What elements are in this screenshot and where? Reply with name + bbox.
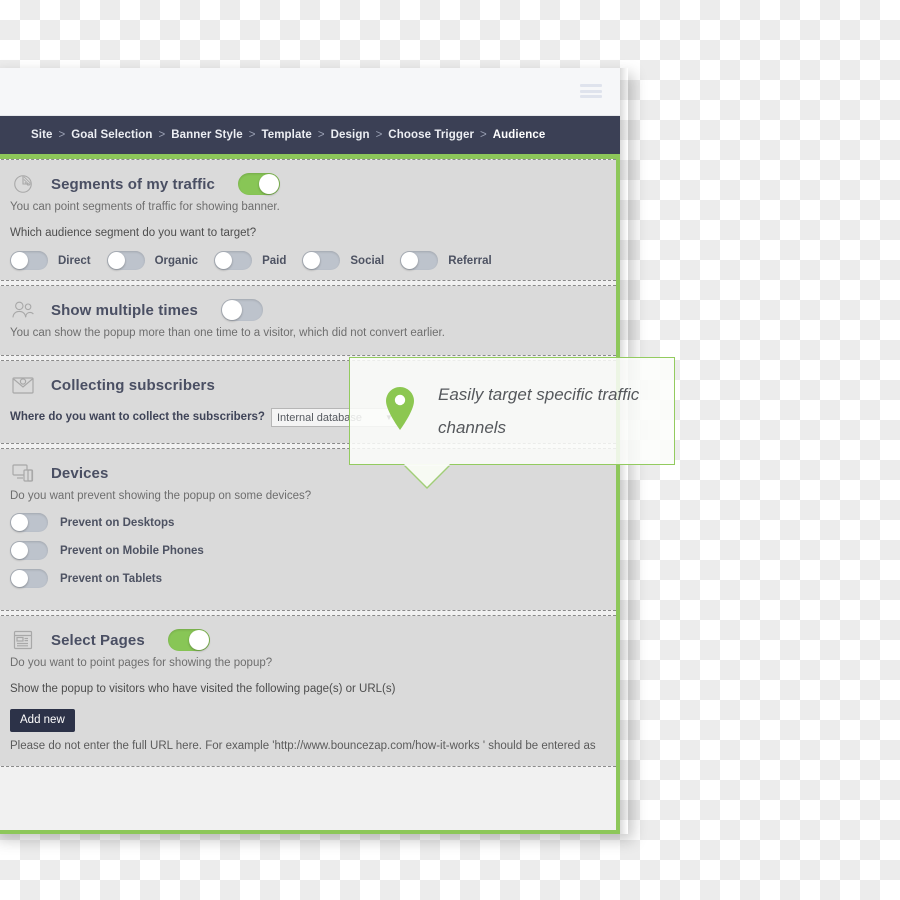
breadcrumb-separator: > — [375, 129, 383, 141]
breadcrumb-separator: > — [317, 129, 325, 141]
device-label-desktops: Prevent on Desktops — [60, 516, 175, 529]
multiple-times-header: Show multiple times — [10, 296, 602, 324]
breadcrumb-item-audience[interactable]: Audience — [493, 129, 546, 141]
tooltip-tail — [404, 464, 450, 487]
segment-option-referral[interactable]: Referral — [400, 251, 492, 270]
breadcrumb-item-banner-style[interactable]: Banner Style — [171, 129, 243, 141]
map-pin-icon — [384, 386, 416, 437]
device-option-mobile-phones[interactable]: Prevent on Mobile Phones — [10, 541, 602, 560]
segment-toggle-paid[interactable] — [214, 251, 253, 270]
segment-option-social[interactable]: Social — [302, 251, 384, 270]
segment-option-paid[interactable]: Paid — [214, 251, 286, 270]
tooltip-inner: Easily target specific traffic channels — [350, 358, 674, 464]
segment-toggle-direct[interactable] — [10, 251, 48, 270]
select-pages-note: Please do not enter the full URL here. F… — [10, 740, 596, 752]
segment-label-referral: Referral — [448, 254, 492, 267]
device-option-desktops[interactable]: Prevent on Desktops — [10, 513, 602, 532]
segments-question: Which audience segment do you want to ta… — [10, 227, 257, 239]
breadcrumb-item-template[interactable]: Template — [261, 129, 311, 141]
select-pages-header: Select Pages — [10, 626, 602, 654]
breadcrumb-item-choose-trigger[interactable]: Choose Trigger — [388, 129, 474, 141]
multiple-times-description: You can show the popup more than one tim… — [10, 327, 445, 339]
devices-description: Do you want prevent showing the popup on… — [10, 490, 312, 502]
devices-icon — [10, 461, 36, 485]
section-devices: Devices Do you want prevent showing the … — [0, 449, 616, 610]
breadcrumb-item-site[interactable]: Site — [31, 129, 53, 141]
pie-chart-icon — [10, 172, 36, 196]
device-toggle-mobile-phones[interactable] — [10, 541, 48, 560]
breadcrumb-item-goal-selection[interactable]: Goal Selection — [71, 129, 152, 141]
add-new-button[interactable]: Add new — [10, 709, 75, 732]
segments-description: You can point segments of traffic for sh… — [10, 201, 280, 213]
breadcrumb: Site > Goal Selection > Banner Style > T… — [0, 116, 620, 154]
segment-label-organic: Organic — [154, 254, 199, 267]
hamburger-menu-icon[interactable] — [580, 82, 602, 100]
multiple-times-toggle[interactable] — [220, 299, 263, 321]
segment-label-direct: Direct — [58, 254, 91, 267]
section-segments-of-my-traffic: Segments of my traffic You can point seg… — [0, 160, 616, 280]
breadcrumb-separator: > — [248, 129, 256, 141]
device-label-mobile-phones: Prevent on Mobile Phones — [60, 544, 204, 557]
breadcrumb-separator: > — [158, 129, 166, 141]
envelope-user-icon — [10, 373, 36, 397]
select-pages-instruction: Show the popup to visitors who have visi… — [10, 683, 396, 695]
select-pages-toggle[interactable] — [167, 629, 210, 651]
breadcrumb-item-design[interactable]: Design — [331, 129, 370, 141]
tooltip-callout: Easily target specific traffic channels — [349, 357, 675, 487]
app-topbar — [0, 68, 620, 116]
app-window: Site > Goal Selection > Banner Style > T… — [0, 68, 675, 834]
segment-label-paid: Paid — [262, 254, 287, 267]
segments-header: Segments of my traffic — [10, 170, 602, 198]
segment-label-social: Social — [350, 254, 385, 267]
multiple-times-title: Show multiple times — [51, 301, 198, 319]
breadcrumb-separator: > — [480, 129, 487, 141]
segment-option-direct[interactable]: Direct — [10, 251, 91, 270]
segment-toggle-social[interactable] — [302, 251, 341, 270]
select-pages-description: Do you want to point pages for showing t… — [10, 657, 273, 669]
tooltip-text: Easily target specific traffic channels — [438, 385, 640, 437]
segment-options: Direct Organic Paid Social Referral — [10, 251, 602, 270]
collecting-title: Collecting subscribers — [51, 376, 215, 394]
breadcrumb-separator: > — [58, 129, 66, 141]
section-select-pages: Select Pages Do you want to point pages … — [0, 616, 616, 766]
segment-option-organic[interactable]: Organic — [106, 251, 199, 270]
device-toggle-desktops[interactable] — [10, 513, 48, 532]
device-option-tablets[interactable]: Prevent on Tablets — [10, 569, 602, 588]
users-icon — [10, 298, 36, 322]
devices-title: Devices — [51, 464, 109, 482]
segment-toggle-organic[interactable] — [106, 251, 145, 270]
segments-title: Segments of my traffic — [51, 175, 215, 193]
card-footer — [0, 767, 616, 830]
segments-toggle[interactable] — [237, 173, 280, 195]
select-pages-title: Select Pages — [51, 631, 145, 649]
collecting-question: Where do you want to collect the subscri… — [10, 411, 265, 423]
device-label-tablets: Prevent on Tablets — [60, 572, 163, 585]
browser-page-icon — [10, 628, 36, 652]
segment-toggle-referral[interactable] — [400, 251, 439, 270]
device-toggle-tablets[interactable] — [10, 569, 48, 588]
section-show-multiple-times: Show multiple times You can show the pop… — [0, 286, 616, 355]
audience-settings-card: Segments of my traffic You can point seg… — [0, 154, 620, 834]
